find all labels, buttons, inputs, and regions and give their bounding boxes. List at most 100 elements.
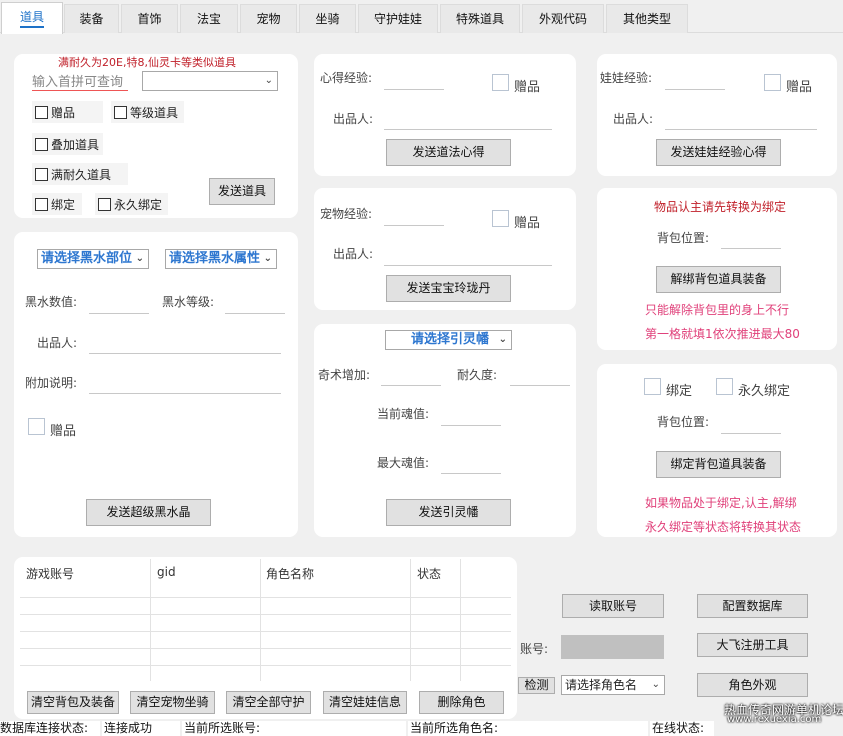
send-black-crystal-button[interactable]: 发送超级黑水晶 — [86, 499, 211, 526]
tab-jewelry[interactable]: 首饰 — [121, 4, 178, 33]
account-label: 账号: — [520, 642, 549, 656]
config-db-button[interactable]: 配置数据库 — [697, 594, 808, 618]
search-input[interactable]: 输入首拼可查询 — [32, 71, 128, 91]
tab-label: 外观代码 — [538, 12, 587, 26]
tab-item[interactable]: 道具 — [1, 2, 63, 34]
heart-gift-checkbox[interactable] — [492, 74, 509, 91]
pet-gift-label: 赠品 — [514, 216, 541, 231]
full-durability-checkbox[interactable]: 满耐久道具 — [32, 163, 128, 185]
db-status-label: 数据库连接状态: — [0, 721, 100, 736]
item-select[interactable]: ⌄ — [142, 71, 278, 91]
permanent-bind-label: 永久绑定 — [738, 384, 791, 399]
delete-role-button[interactable]: 删除角色 — [419, 691, 504, 714]
online-status-label: 在线状态: — [650, 721, 714, 736]
role-look-button[interactable]: 角色外观 — [697, 673, 808, 697]
max-soul-input[interactable] — [441, 473, 501, 474]
checkbox-label: 永久绑定 — [114, 197, 163, 212]
permanent-bind-checkbox-large[interactable] — [716, 378, 733, 395]
doll-gift-label: 赠品 — [786, 80, 813, 95]
doll-exp-input[interactable] — [665, 89, 725, 90]
doll-producer-label: 出品人: — [613, 112, 654, 126]
clear-doll-button[interactable]: 清空娃娃信息 — [323, 691, 407, 714]
banner-select[interactable]: 请选择引灵幡 ⌄ — [385, 330, 512, 350]
read-account-button[interactable]: 读取账号 — [562, 594, 664, 618]
tab-treasure[interactable]: 法宝 — [180, 4, 238, 33]
black-level-input[interactable] — [225, 313, 285, 314]
grid-header-gid: gid — [157, 565, 176, 579]
grid-header-status: 状态 — [417, 567, 442, 581]
doll-exp-label: 娃娃经验: — [600, 71, 653, 85]
tab-other-type[interactable]: 其他类型 — [606, 4, 688, 33]
tab-guardian-doll[interactable]: 守护娃娃 — [358, 4, 438, 33]
checkbox-box — [35, 197, 48, 211]
dafei-tool-button[interactable]: 大飞注册工具 — [697, 633, 808, 657]
role-select[interactable]: 请选择角色名 ⌄ — [561, 675, 665, 695]
tab-label: 坐骑 — [315, 12, 340, 26]
send-pet-button[interactable]: 发送宝宝玲珑丹 — [386, 275, 511, 302]
heart-exp-input[interactable] — [384, 89, 444, 90]
send-banner-button[interactable]: 发送引灵幡 — [386, 499, 511, 526]
tab-equipment[interactable]: 装备 — [64, 4, 119, 33]
odd-bonus-label: 奇术增加: — [318, 368, 371, 382]
tab-label: 法宝 — [196, 12, 221, 26]
pet-producer-input[interactable] — [384, 265, 552, 266]
bind-checkbox[interactable]: 绑定 — [32, 193, 82, 215]
chevron-down-icon: ⌄ — [498, 334, 507, 345]
check-button[interactable]: 检测 — [518, 677, 555, 694]
clear-bag-button[interactable]: 清空背包及装备 — [27, 691, 119, 714]
black-part-select[interactable]: 请选择黑水部位 ⌄ — [37, 249, 149, 269]
unbind-tip-2: 第一格就填1依次推进最大80 — [645, 327, 800, 341]
gift-checkbox[interactable]: 赠品 — [32, 101, 103, 123]
unbind-bag-pos-input[interactable] — [721, 248, 781, 249]
tab-pet[interactable]: 宠物 — [240, 4, 297, 33]
clear-pet-mount-button[interactable]: 清空宠物坐骑 — [130, 691, 215, 714]
durability-label: 耐久度: — [457, 368, 498, 382]
item-notice: 满耐久为20E,特8,仙灵卡等类似道具 — [58, 56, 236, 69]
permanent-bind-checkbox[interactable]: 永久绑定 — [95, 193, 168, 215]
stack-item-checkbox[interactable]: 叠加道具 — [32, 133, 103, 155]
black-value-label: 黑水数值: — [25, 295, 78, 309]
checkbox-label: 绑定 — [51, 197, 76, 212]
doll-producer-input[interactable] — [665, 129, 817, 130]
heart-producer-input[interactable] — [384, 129, 552, 130]
pet-gift-checkbox[interactable] — [492, 210, 509, 227]
black-value-input[interactable] — [89, 313, 149, 314]
checkbox-box — [35, 167, 48, 181]
black-extra-input[interactable] — [89, 393, 281, 394]
account-grid[interactable]: 游戏账号 gid 角色名称 状态 — [20, 559, 511, 681]
heart-producer-label: 出品人: — [333, 112, 374, 126]
black-gift-checkbox[interactable] — [28, 418, 45, 435]
bind-tip-1: 如果物品处于绑定,认主,解绑 — [645, 496, 797, 510]
bind-tip-2: 永久绑定等状态将转换其状态 — [645, 520, 802, 534]
tab-appearance-code[interactable]: 外观代码 — [522, 4, 604, 33]
grid-row-divider — [20, 631, 511, 632]
chevron-down-icon: ⌄ — [651, 679, 660, 690]
black-producer-input[interactable] — [89, 353, 281, 354]
bind-checkbox-large[interactable] — [644, 378, 661, 395]
odd-bonus-input[interactable] — [381, 385, 441, 386]
bind-bag-pos-input[interactable] — [721, 433, 781, 434]
checkbox-box — [114, 105, 127, 119]
unbind-button[interactable]: 解绑背包道具装备 — [656, 266, 781, 293]
send-doll-button[interactable]: 发送娃娃经验心得 — [656, 139, 781, 166]
send-heart-button[interactable]: 发送道法心得 — [386, 139, 511, 166]
durability-input[interactable] — [510, 385, 570, 386]
bind-bag-pos-label: 背包位置: — [657, 415, 710, 429]
watermark-line2: www.rexuexia.com — [727, 714, 822, 725]
clear-guardian-button[interactable]: 清空全部守护 — [226, 691, 311, 714]
grid-col-divider — [460, 559, 461, 681]
level-item-checkbox[interactable]: 等级道具 — [111, 101, 184, 123]
tab-special-item[interactable]: 特殊道具 — [440, 4, 520, 33]
account-input[interactable] — [561, 635, 664, 659]
doll-gift-checkbox[interactable] — [764, 74, 781, 91]
tab-mount[interactable]: 坐骑 — [299, 4, 356, 33]
cur-soul-input[interactable] — [441, 425, 501, 426]
pet-exp-input[interactable] — [384, 225, 444, 226]
tab-label: 首饰 — [137, 12, 162, 26]
send-item-button[interactable]: 发送道具 — [209, 178, 275, 205]
bind-button[interactable]: 绑定背包道具装备 — [656, 451, 781, 478]
cur-soul-label: 当前魂值: — [377, 407, 430, 421]
unbind-notice: 物品认主请先转换为绑定 — [654, 200, 787, 214]
black-attr-select[interactable]: 请选择黑水属性 ⌄ — [165, 249, 277, 269]
heart-gift-label: 赠品 — [514, 80, 541, 95]
